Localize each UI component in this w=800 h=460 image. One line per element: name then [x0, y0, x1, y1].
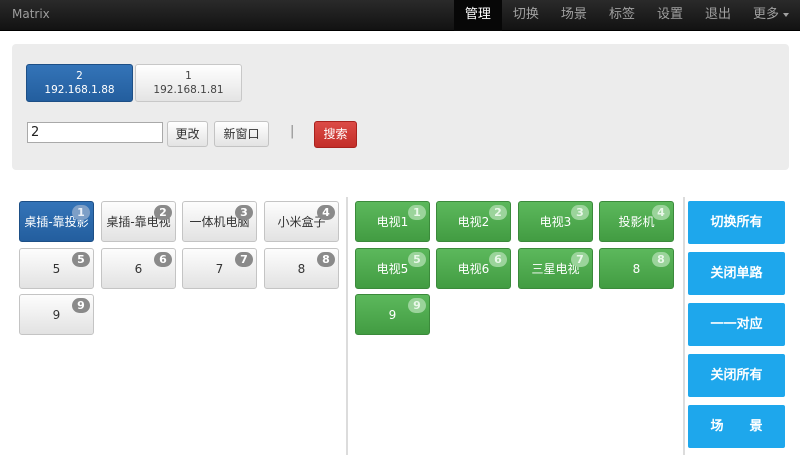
more-label: 更多: [752, 7, 779, 22]
device-id: 2: [76, 70, 83, 82]
main-nav: 管理 切换 场景 标签 设置 退出 更多: [453, 0, 800, 31]
input-button[interactable]: 9 9: [19, 294, 94, 335]
output-button[interactable]: 电视5 5: [355, 248, 430, 289]
nav-item-logout[interactable]: 退出: [694, 0, 742, 31]
output-label: 8: [632, 262, 641, 276]
input-button[interactable]: 7 7: [182, 248, 257, 289]
nav-item-switch[interactable]: 切换: [502, 0, 550, 31]
output-button[interactable]: 投影机 4: [599, 201, 674, 242]
device-id: 1: [185, 70, 192, 82]
top-navbar: Matrix 管理 切换 场景 标签 设置 退出 更多: [0, 0, 800, 31]
output-badge: 6: [489, 252, 507, 267]
output-label: 电视3: [539, 215, 572, 229]
output-badge: 8: [652, 252, 670, 267]
nav-item-more[interactable]: 更多: [742, 0, 800, 31]
output-label: 电视5: [376, 262, 409, 276]
output-badge: 2: [489, 205, 507, 220]
device-button-2[interactable]: 2 192.168.1.88: [26, 64, 133, 102]
output-badge: 9: [408, 298, 426, 313]
column-divider: [346, 197, 348, 455]
device-button-1[interactable]: 1 192.168.1.81: [135, 64, 242, 102]
input-button[interactable]: 桌插-靠电视 2: [101, 201, 176, 242]
close-all-button[interactable]: 关闭所有: [688, 354, 785, 397]
output-button[interactable]: 三星电视 7: [518, 248, 593, 289]
output-badge: 4: [652, 205, 670, 220]
output-badge: 3: [571, 205, 589, 220]
input-badge: 3: [235, 205, 253, 220]
output-button[interactable]: 电视6 6: [436, 248, 511, 289]
nav-item-scene[interactable]: 场景: [550, 0, 598, 31]
output-button[interactable]: 8 8: [599, 248, 674, 289]
input-button[interactable]: 桌插-靠投影 1: [19, 201, 94, 242]
app-brand[interactable]: Matrix: [12, 7, 50, 21]
input-button[interactable]: 一体机电脑 3: [182, 201, 257, 242]
input-badge: 9: [72, 298, 90, 313]
output-label: 投影机: [618, 215, 655, 229]
device-ip: 192.168.1.88: [44, 84, 115, 96]
output-badge: 5: [408, 252, 426, 267]
device-ip: 192.168.1.81: [153, 84, 224, 96]
rename-button[interactable]: 更改: [167, 121, 208, 147]
input-badge: 2: [154, 205, 172, 220]
output-label: 电视1: [376, 215, 409, 229]
input-button[interactable]: 6 6: [101, 248, 176, 289]
output-button[interactable]: 9 9: [355, 294, 430, 335]
search-button[interactable]: 搜索: [314, 121, 357, 148]
output-button[interactable]: 电视3 3: [518, 201, 593, 242]
output-label: 电视2: [457, 215, 490, 229]
close-single-button[interactable]: 关闭单路: [688, 252, 785, 295]
output-button[interactable]: 电视1 1: [355, 201, 430, 242]
chevron-down-icon: [783, 12, 789, 17]
input-button[interactable]: 8 8: [264, 248, 339, 289]
nav-item-tags[interactable]: 标签: [598, 0, 646, 31]
input-label: 5: [52, 262, 61, 276]
output-label: 9: [388, 308, 397, 322]
column-divider: [683, 197, 685, 455]
output-button[interactable]: 电视2 2: [436, 201, 511, 242]
toolbar-separator: |: [290, 124, 295, 139]
input-button[interactable]: 小米盒子 4: [264, 201, 339, 242]
input-label: 6: [134, 262, 143, 276]
switch-all-button[interactable]: 切换所有: [688, 201, 785, 244]
output-badge: 1: [408, 205, 426, 220]
input-badge: 6: [154, 252, 172, 267]
device-panel: 2 192.168.1.88 1 192.168.1.81 更改 新窗口 | 搜…: [12, 44, 789, 170]
device-name-input[interactable]: [27, 122, 163, 143]
input-label: 9: [52, 308, 61, 322]
input-badge: 5: [72, 252, 90, 267]
nav-item-settings[interactable]: 设置: [646, 0, 694, 31]
input-badge: 7: [235, 252, 253, 267]
input-label: 8: [297, 262, 306, 276]
input-button[interactable]: 5 5: [19, 248, 94, 289]
input-badge: 4: [317, 205, 335, 220]
output-label: 电视6: [457, 262, 490, 276]
new-window-button[interactable]: 新窗口: [214, 121, 269, 147]
output-badge: 7: [571, 252, 589, 267]
nav-item-manage[interactable]: 管理: [453, 0, 502, 31]
one-to-one-button[interactable]: 一一对应: [688, 303, 785, 346]
input-badge: 1: [72, 205, 90, 220]
input-badge: 8: [317, 252, 335, 267]
input-label: 7: [215, 262, 224, 276]
scene-button[interactable]: 场 景: [688, 405, 785, 448]
